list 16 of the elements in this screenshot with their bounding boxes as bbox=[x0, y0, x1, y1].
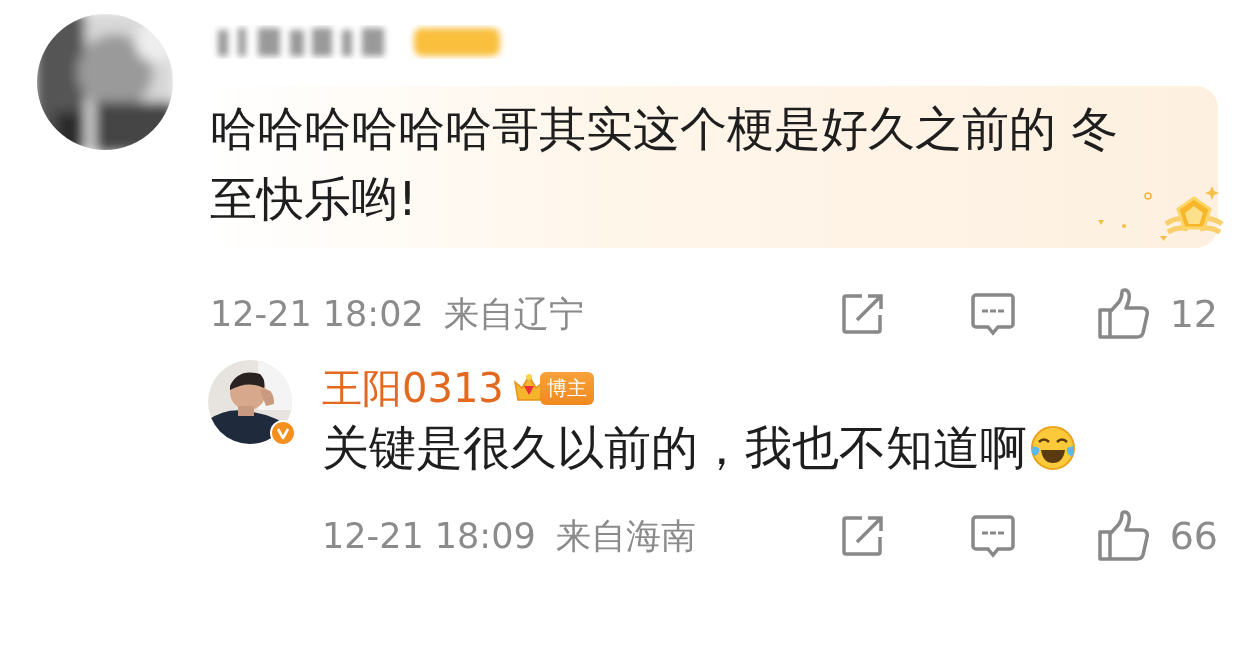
like-button[interactable]: 12 bbox=[1095, 288, 1218, 340]
username[interactable]: 王阳0313 bbox=[322, 360, 504, 416]
like-button[interactable]: 66 bbox=[1095, 510, 1218, 562]
thumbs-up-icon bbox=[1095, 510, 1150, 562]
comment-time: 12-21 18:09 bbox=[322, 516, 536, 556]
share-icon[interactable] bbox=[839, 513, 886, 559]
comment-icon[interactable] bbox=[969, 291, 1016, 337]
comment-location: 来自辽宁 bbox=[443, 292, 584, 336]
comment-time: 12-21 18:02 bbox=[210, 294, 424, 334]
comment-text: 哈哈哈哈哈哈哥其实这个梗是好久之前的 冬至快乐哟! bbox=[210, 100, 1119, 228]
blogger-badge: 博主 bbox=[539, 371, 594, 405]
share-icon[interactable] bbox=[839, 291, 886, 337]
comment-location: 来自海南 bbox=[555, 514, 696, 558]
thumbs-up-icon bbox=[1095, 288, 1150, 340]
comment-icon[interactable] bbox=[969, 513, 1016, 559]
reply-text: 关键是很久以前的，我也不知道啊 bbox=[322, 419, 1027, 477]
